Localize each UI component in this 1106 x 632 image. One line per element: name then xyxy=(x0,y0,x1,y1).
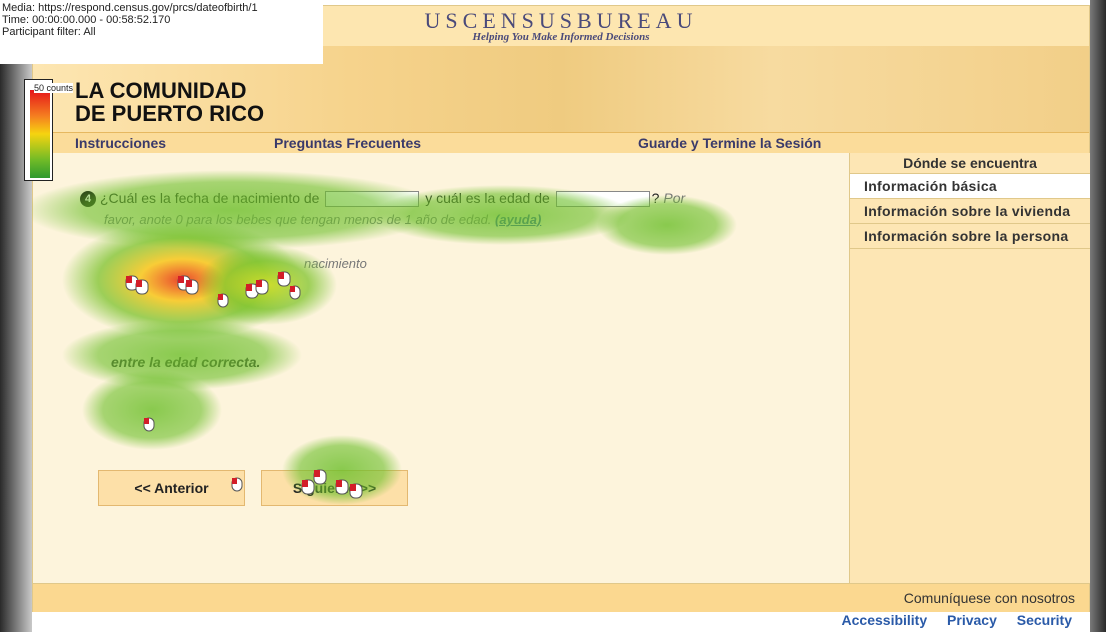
time-range: Time: 00:00:00.000 - 00:58:52.170 xyxy=(2,14,171,26)
security-link[interactable]: Security xyxy=(1017,612,1072,628)
siguiente-button[interactable]: Siguiente >> xyxy=(261,470,408,506)
banner-title: LA COMUNIDAD DE PUERTO RICO xyxy=(75,79,264,125)
accessibility-link[interactable]: Accessibility xyxy=(842,612,928,628)
question-hint: Por xyxy=(663,190,686,206)
banner-line-1: LA COMUNIDAD xyxy=(75,78,247,103)
sidebar-item-informacion-vivienda[interactable]: Información sobre la vivienda xyxy=(850,199,1090,224)
question-subtext: favor, anote 0 para los bebes que tengan… xyxy=(104,212,541,227)
nav-preguntas-frecuentes[interactable]: Preguntas Frecuentes xyxy=(274,135,421,151)
heatmap-legend xyxy=(24,79,53,181)
name-input-2[interactable] xyxy=(555,191,650,208)
sidebar-item-informacion-persona[interactable]: Información sobre la persona xyxy=(850,224,1090,249)
help-link[interactable]: (ayuda) xyxy=(495,212,541,227)
question-part-1: ¿Cuál es la fecha de nacimiento de xyxy=(100,190,320,206)
name-input-1[interactable] xyxy=(325,191,420,208)
nav-instrucciones[interactable]: Instrucciones xyxy=(75,135,166,151)
anterior-button[interactable]: << Anterior xyxy=(98,470,245,506)
page: USCENSUSBUREAU Helping You Make Informed… xyxy=(32,0,1090,632)
question-number: 4 xyxy=(80,191,96,208)
nav-bar: Instrucciones Preguntas Frecuentes Guard… xyxy=(33,132,1089,154)
sidebar-item-informacion-basica[interactable]: Información básica xyxy=(850,174,1090,199)
contact-link[interactable]: Comuníquese con nosotros xyxy=(904,590,1075,606)
sidebar: Dónde se encuentra Información básica In… xyxy=(849,153,1090,583)
question-part-3: ? xyxy=(651,190,660,206)
footer: Comuníquese con nosotros xyxy=(33,583,1089,612)
banner-line-2: DE PUERTO RICO xyxy=(75,101,265,126)
media-url: Media: https://respond.census.gov/prcs/d… xyxy=(2,2,258,14)
question-part-2: y cuál es la edad de xyxy=(425,190,550,206)
privacy-link[interactable]: Privacy xyxy=(947,612,997,628)
media-info-overlay: Media: https://respond.census.gov/prcs/d… xyxy=(0,0,323,64)
birth-label: nacimiento xyxy=(304,256,367,271)
legend-label: 50 counts xyxy=(34,83,74,93)
sidebar-heading: Dónde se encuentra xyxy=(850,153,1090,174)
nav-guarde-y-termine[interactable]: Guarde y Termine la Sesión xyxy=(638,135,821,151)
question-sub: favor, anote 0 para los bebes que tengan… xyxy=(104,212,492,227)
age-note: entre la edad correcta. xyxy=(111,354,261,370)
participant-filter: Participant filter: All xyxy=(2,26,96,38)
bottom-links: Accessibility Privacy Security xyxy=(826,612,1072,628)
question-text: 4 ¿Cuál es la fecha de nacimiento de y cu… xyxy=(80,190,686,208)
legend-color-scale xyxy=(30,90,50,178)
census-frame: USCENSUSBUREAU Helping You Make Informed… xyxy=(32,5,1090,612)
